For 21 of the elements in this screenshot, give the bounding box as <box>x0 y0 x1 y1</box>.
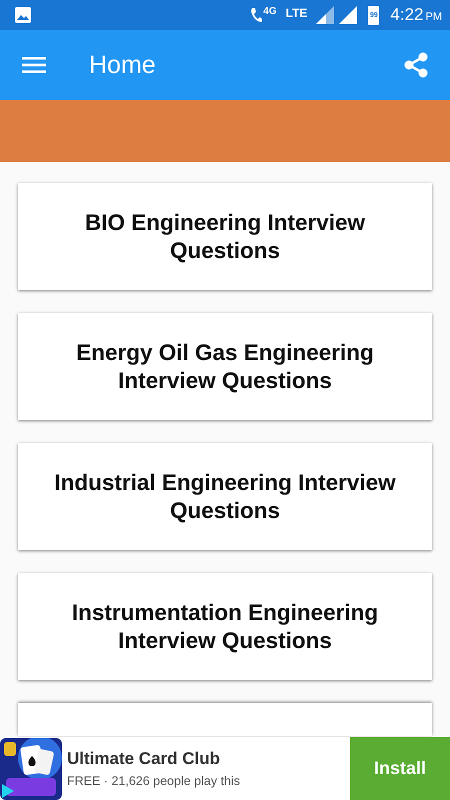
app-subtitle: FREE · 21,626 people play this <box>67 774 242 788</box>
lte-label: LTE <box>286 6 308 20</box>
clock-period: PM <box>426 11 442 23</box>
image-icon <box>14 6 32 24</box>
category-card[interactable]: Industrial Engineering Interview Questions <box>18 443 432 550</box>
category-card[interactable]: Instrumentation Engineering Interview Questions <box>18 573 432 680</box>
share-icon[interactable] <box>404 52 428 78</box>
category-card[interactable]: BIO Engineering Interview Questions <box>18 183 432 290</box>
card-title: Industrial Engineering Interview Questions <box>53 468 397 524</box>
app-name: Ultimate Card Club <box>67 749 222 769</box>
screen-title: Home <box>89 50 156 80</box>
clock-time: 4:22 <box>390 5 424 25</box>
category-card[interactable]: Energy Oil Gas Engineering Interview Questions <box>18 313 432 420</box>
phone-icon <box>250 7 262 23</box>
signal-icon <box>316 6 334 24</box>
card-title: Instrumentation Engineering Interview Questions <box>70 598 380 654</box>
card-title: BIO Engineering Interview Questions <box>84 208 366 264</box>
signal-icon <box>339 6 358 24</box>
card-title: Energy Oil Gas Engineering Interview Questions <box>75 338 375 394</box>
menu-icon[interactable] <box>22 56 46 74</box>
network-label: 4G <box>263 6 277 17</box>
